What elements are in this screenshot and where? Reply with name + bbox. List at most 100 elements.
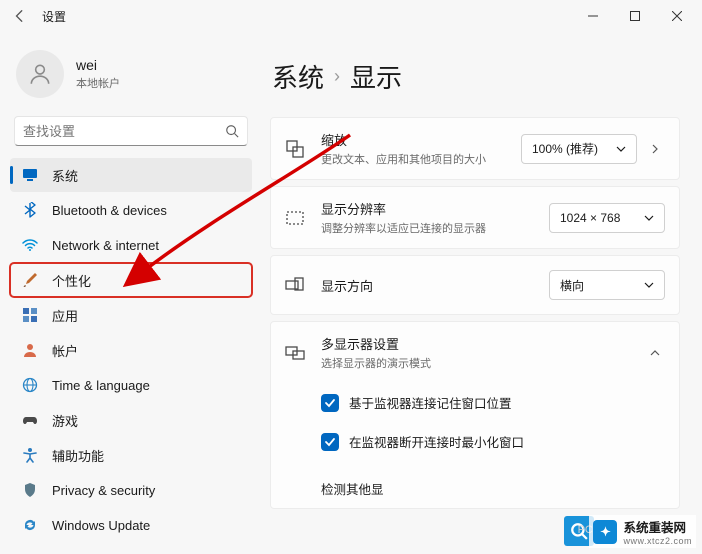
back-button[interactable]: [4, 0, 36, 32]
chevron-down-icon: [644, 213, 654, 223]
sidebar-item-update[interactable]: Windows Update: [10, 508, 252, 542]
setting-title: 显示分辨率: [321, 199, 549, 218]
sidebar-item-label: 系统: [52, 166, 78, 185]
chevron-right-icon: [650, 144, 660, 154]
setting-subtitle: 更改文本、应用和其他项目的大小: [321, 151, 521, 167]
sidebar-item-network[interactable]: Network & internet: [10, 228, 252, 262]
sidebar-item-accounts[interactable]: 帐户: [10, 333, 252, 367]
shield-icon: [22, 482, 38, 498]
watermark-badge: ✦: [593, 520, 617, 544]
sidebar-item-privacy[interactable]: Privacy & security: [10, 473, 252, 507]
nav: 系统 Bluetooth & devices Network & interne…: [10, 158, 252, 542]
gamepad-icon: [22, 412, 38, 428]
avatar: [16, 50, 64, 98]
minimize-button[interactable]: [572, 2, 614, 30]
sidebar: wei 本地帐户 系统 Bluetooth & devices Network …: [0, 32, 260, 554]
titlebar: 设置: [0, 0, 702, 32]
scale-icon: [285, 139, 305, 159]
multi-display-header[interactable]: 多显示器设置 选择显示器的演示模式: [271, 322, 679, 383]
sidebar-item-accessibility[interactable]: 辅助功能: [10, 438, 252, 472]
check-icon: [324, 436, 336, 448]
accessibility-icon: [22, 447, 38, 463]
sidebar-item-bluetooth[interactable]: Bluetooth & devices: [10, 193, 252, 227]
orientation-dropdown[interactable]: 横向: [549, 270, 665, 300]
back-icon: [13, 9, 27, 23]
sidebar-item-label: 辅助功能: [52, 446, 104, 465]
wifi-icon: [22, 237, 38, 253]
minimize-on-disconnect-checkbox-row[interactable]: 在监视器断开连接时最小化窗口: [321, 426, 665, 457]
sidebar-item-label: 帐户: [52, 341, 78, 360]
multi-display-icon: [285, 343, 305, 363]
person-icon: [22, 342, 38, 358]
setting-multi-display: 多显示器设置 选择显示器的演示模式 基于监视器连接记住窗口位置 在监视器断开连接…: [270, 321, 680, 509]
watermark: ✦ 系统重装网 www.xtcz2.com: [589, 515, 696, 548]
sidebar-item-apps[interactable]: 应用: [10, 298, 252, 332]
globe-icon: [22, 377, 38, 393]
person-icon: [27, 61, 53, 87]
resolution-dropdown[interactable]: 1024 × 768: [549, 203, 665, 233]
sidebar-item-label: Time & language: [52, 378, 150, 393]
watermark-brand: 系统重装网: [623, 517, 692, 536]
orientation-icon: [285, 275, 305, 295]
scale-dropdown[interactable]: 100% (推荐): [521, 134, 637, 164]
sidebar-item-personalization[interactable]: 个性化: [10, 263, 252, 297]
dropdown-value: 横向: [560, 277, 584, 294]
search-box[interactable]: [14, 116, 248, 146]
remember-window-checkbox-row[interactable]: 基于监视器连接记住窗口位置: [321, 387, 665, 418]
apps-icon: [22, 307, 38, 323]
chevron-down-icon: [644, 280, 654, 290]
minimize-icon: [588, 11, 598, 21]
sidebar-item-label: Bluetooth & devices: [52, 203, 167, 218]
breadcrumb: 系统 › 显示: [270, 58, 680, 95]
cycle-icon: [22, 517, 38, 533]
brush-icon: [22, 272, 38, 288]
user-subtitle: 本地帐户: [76, 75, 120, 91]
monitor-icon: [22, 167, 38, 183]
window-controls: [572, 2, 698, 30]
close-icon: [672, 11, 682, 21]
setting-orientation[interactable]: 显示方向 横向: [270, 255, 680, 315]
resolution-icon: [285, 208, 305, 228]
sidebar-item-label: 应用: [52, 306, 78, 325]
setting-title: 缩放: [321, 130, 521, 149]
sidebar-item-system[interactable]: 系统: [10, 158, 252, 192]
sidebar-item-label: Privacy & security: [52, 483, 155, 498]
close-button[interactable]: [656, 2, 698, 30]
maximize-button[interactable]: [614, 2, 656, 30]
main-content: 系统 › 显示 缩放 更改文本、应用和其他项目的大小 100% (推荐): [260, 32, 702, 554]
sidebar-item-gaming[interactable]: 游戏: [10, 403, 252, 437]
chevron-up-icon: [650, 348, 660, 358]
setting-resolution[interactable]: 显示分辨率 调整分辨率以适应已连接的显示器 1024 × 768: [270, 186, 680, 249]
dropdown-value: 100% (推荐): [532, 140, 598, 157]
setting-title: 多显示器设置: [321, 334, 645, 353]
maximize-icon: [630, 11, 640, 21]
sidebar-item-label: Windows Update: [52, 518, 150, 533]
breadcrumb-parent[interactable]: 系统: [272, 58, 324, 95]
sidebar-item-label: 游戏: [52, 411, 78, 430]
window-title: 设置: [42, 8, 66, 25]
dropdown-value: 1024 × 768: [560, 211, 620, 225]
checkbox-checked[interactable]: [321, 394, 339, 412]
checkbox-label: 基于监视器连接记住窗口位置: [349, 393, 512, 412]
sidebar-item-time[interactable]: Time & language: [10, 368, 252, 402]
expand-chevron[interactable]: [645, 144, 665, 154]
watermark-url: www.xtcz2.com: [623, 536, 692, 546]
sidebar-item-label: 个性化: [52, 271, 91, 290]
breadcrumb-current: 显示: [350, 58, 402, 95]
detect-display-row[interactable]: 检测其他显: [271, 469, 679, 508]
setting-subtitle: 调整分辨率以适应已连接的显示器: [321, 220, 549, 236]
setting-scale[interactable]: 缩放 更改文本、应用和其他项目的大小 100% (推荐): [270, 117, 680, 180]
search-icon: [225, 124, 239, 138]
bluetooth-icon: [22, 202, 38, 218]
chevron-down-icon: [616, 144, 626, 154]
user-profile[interactable]: wei 本地帐户: [10, 40, 252, 114]
checkbox-checked[interactable]: [321, 433, 339, 451]
user-name: wei: [76, 57, 120, 73]
check-icon: [324, 397, 336, 409]
search-input[interactable]: [23, 124, 225, 139]
breadcrumb-separator: ›: [334, 66, 340, 87]
detect-label: 检测其他显: [321, 479, 384, 498]
checkbox-label: 在监视器断开连接时最小化窗口: [349, 432, 524, 451]
sidebar-item-label: Network & internet: [52, 238, 159, 253]
collapse-chevron[interactable]: [645, 348, 665, 358]
